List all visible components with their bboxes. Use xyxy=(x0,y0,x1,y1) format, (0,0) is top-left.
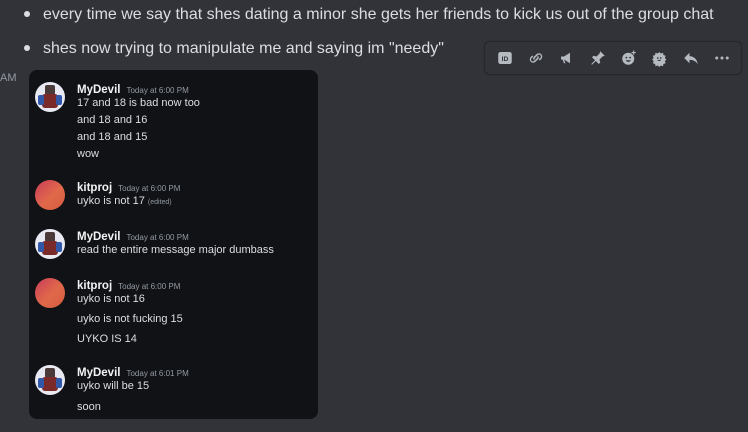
message-text: uyko is not 17 xyxy=(77,195,145,207)
add-reaction-icon[interactable] xyxy=(616,45,642,71)
message-line: UYKO IS 14 xyxy=(77,333,137,345)
author-name: kitproj xyxy=(77,182,113,194)
svg-text:ID: ID xyxy=(501,56,508,63)
message-line: uyko is not 16 xyxy=(77,293,145,305)
message-time: Today at 6:00 PM xyxy=(118,282,181,291)
author-name: kitproj xyxy=(77,280,113,292)
avatar xyxy=(35,278,65,308)
avatar xyxy=(35,82,65,112)
bullet-item: every time we say that shes dating a min… xyxy=(24,6,714,24)
author-name: MyDevil xyxy=(77,84,121,96)
message-time: Today at 6:00 PM xyxy=(126,86,189,95)
message-header: kitproj Today at 6:00 PM xyxy=(77,276,180,294)
bullet-dot xyxy=(24,44,30,51)
message-line: and 18 and 16 xyxy=(77,114,148,126)
more-icon[interactable] xyxy=(709,45,735,71)
message-line: uyko will be 15 xyxy=(77,380,150,392)
embedded-chat-screenshot[interactable]: MyDevil Today at 6:00 PM 17 and 18 is bad… xyxy=(29,70,318,419)
avatar xyxy=(35,365,65,395)
message-line: soon xyxy=(77,401,101,413)
message-header: MyDevil Today at 6:00 PM xyxy=(77,80,189,98)
message-line: wow xyxy=(77,148,100,160)
message-header: kitproj Today at 6:00 PM xyxy=(77,178,180,196)
bullet-dot xyxy=(24,10,30,17)
message-time: Today at 6:00 PM xyxy=(118,184,181,193)
message-line: and 18 and 15 xyxy=(77,131,148,143)
bullet-item: shes now trying to manipulate me and say… xyxy=(24,40,444,58)
message-line: uyko is not fucking 15 xyxy=(77,313,183,325)
message-line: uyko is not 17 (edited) xyxy=(77,195,172,207)
message-time: Today at 6:01 PM xyxy=(126,369,189,378)
message-header: MyDevil Today at 6:00 PM xyxy=(77,227,189,245)
timestamp-fragment: AM xyxy=(0,72,17,84)
bullet-text: every time we say that shes dating a min… xyxy=(43,6,714,23)
avatar xyxy=(35,229,65,259)
avatar xyxy=(35,180,65,210)
super-reaction-icon[interactable] xyxy=(647,45,673,71)
message-time: Today at 6:00 PM xyxy=(126,233,189,242)
message-line: read the entire message major dumbass xyxy=(77,244,274,256)
message-line: 17 and 18 is bad now too xyxy=(77,97,200,109)
edited-tag: (edited) xyxy=(147,199,172,206)
bullet-text: shes now trying to manipulate me and say… xyxy=(43,40,444,57)
link-icon[interactable] xyxy=(523,45,549,71)
message-header: MyDevil Today at 6:01 PM xyxy=(77,363,189,381)
megaphone-icon[interactable] xyxy=(554,45,580,71)
id-icon[interactable]: ID xyxy=(492,45,518,71)
author-name: MyDevil xyxy=(77,367,121,379)
author-name: MyDevil xyxy=(77,231,121,243)
message-actions-toolbar: ID xyxy=(484,41,742,75)
reply-icon[interactable] xyxy=(678,45,704,71)
pin-icon[interactable] xyxy=(585,45,611,71)
